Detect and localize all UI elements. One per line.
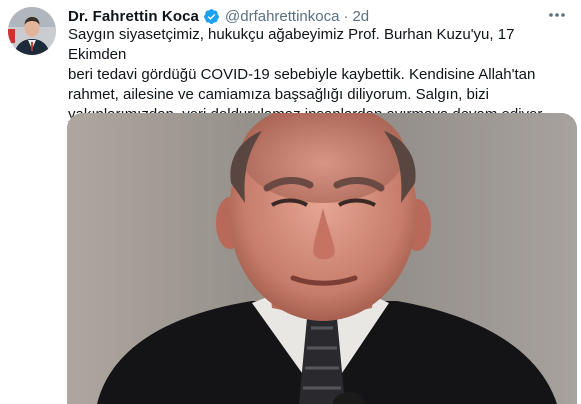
author-avatar[interactable]	[8, 7, 56, 55]
author-name[interactable]: Dr. Fahrettin Koca	[68, 8, 199, 25]
author-handle[interactable]: @drfahrettinkoca	[225, 8, 339, 25]
tweet: Dr. Fahrettin Koca @drfahrettinkoca · 2d…	[0, 0, 581, 404]
more-options-icon[interactable]	[547, 7, 567, 23]
tweet-header: Dr. Fahrettin Koca @drfahrettinkoca · 2d	[68, 5, 567, 27]
tweet-photo[interactable]	[67, 113, 577, 404]
verified-badge-icon	[203, 8, 220, 25]
tweet-text: Saygın siyasetçimiz, hukukçu ağabeyimiz …	[68, 26, 546, 123]
tweet-time[interactable]: 2d	[352, 8, 369, 25]
portrait-photo	[67, 113, 577, 404]
avatar-image	[8, 7, 56, 55]
separator-dot: ·	[343, 7, 349, 25]
